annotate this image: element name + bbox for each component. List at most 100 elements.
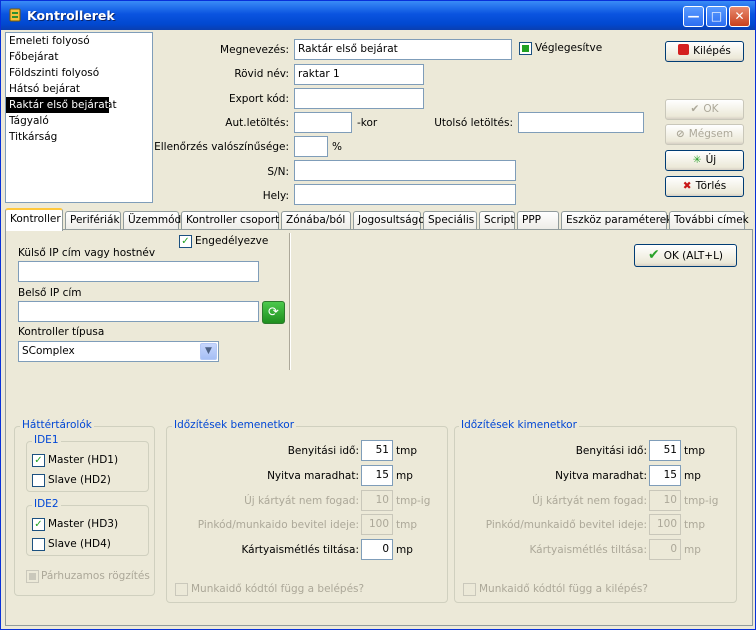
kimenet-uj-kartya-field[interactable]: 10 <box>649 490 681 511</box>
bemenet-title: Időzítések bemenetkor <box>172 419 297 431</box>
veglegesitve-checkbox[interactable] <box>519 42 532 55</box>
checkmark-icon <box>522 45 529 52</box>
sn-field[interactable] <box>294 160 516 181</box>
tab-item[interactable]: PPP <box>517 211 559 230</box>
list-item[interactable]: Hátsó bejárat <box>6 81 152 97</box>
tab-item[interactable]: Üzemmód <box>123 211 181 230</box>
minimize-button[interactable]: — <box>683 6 704 27</box>
kimenet-benyitasi-label: Benyitási idő: <box>575 445 647 457</box>
tab-item[interactable]: További címek <box>669 211 749 230</box>
megnevezes-label: Megnevezés: <box>220 44 289 56</box>
title-bar[interactable]: Kontrollerek — □ ✕ <box>1 1 755 30</box>
hely-label: Hely: <box>262 190 289 202</box>
megses-label: Mégsem <box>688 128 734 140</box>
list-item[interactable]: Földszinti folyosó <box>6 65 152 81</box>
kontroller-tipus-select[interactable]: SComplex ▼ <box>18 341 219 362</box>
tab-item[interactable]: Jogosultságok <box>353 211 431 230</box>
slave-hd4-checkbox[interactable] <box>32 538 45 551</box>
ok-alt-button[interactable]: ✔ OK (ALT+L) <box>634 244 737 267</box>
bemenet-kartyaism-field[interactable]: 0 <box>361 539 393 560</box>
bemenet-uj-kartya-unit: tmp-ig <box>396 495 431 507</box>
torles-label: Törlés <box>695 180 727 192</box>
belso-ip-field[interactable] <box>18 301 259 322</box>
maximize-button[interactable]: □ <box>706 6 727 27</box>
ellenorzes-field[interactable] <box>294 136 328 157</box>
tab-item[interactable]: Zónába/ból <box>281 211 351 230</box>
kimenet-kartyaism-field[interactable]: 0 <box>649 539 681 560</box>
utolso-letoltes-field[interactable] <box>518 112 644 133</box>
sn-label: S/N: <box>267 166 289 178</box>
close-button[interactable]: ✕ <box>729 6 750 27</box>
cancel-icon: ⊘ <box>675 128 685 140</box>
aut-letoltes-field[interactable] <box>294 112 352 133</box>
kimenet-pinkod-label: Pinkód/munkaidő bevitel ideje: <box>485 519 647 531</box>
bemenet-munkaido-checkbox[interactable] <box>175 583 188 596</box>
bemenet-pinkod-field[interactable]: 100 <box>361 514 393 535</box>
ide2-title: IDE2 <box>32 498 61 510</box>
tab-item[interactable]: Kontroller csoport <box>181 211 279 230</box>
kimenet-nyitva-field[interactable]: 15 <box>649 465 681 486</box>
list-item[interactable]: Titkárság <box>6 129 152 145</box>
uj-button[interactable]: ✳ Új <box>665 150 744 171</box>
refresh-button[interactable]: ⟳ <box>262 301 285 324</box>
list-item[interactable]: Raktár első bejárat <box>6 97 109 113</box>
master-hd3-label: Master (HD3) <box>48 518 119 530</box>
parhuzamos-checkbox[interactable] <box>26 570 39 583</box>
tab-item[interactable]: Perifériák <box>65 211 121 230</box>
bemenet-munkaido-label: Munkaidő kódtól függ a belépés? <box>191 583 365 595</box>
delete-icon: ✖ <box>682 180 692 192</box>
list-item[interactable]: Tágyaló <box>6 113 152 129</box>
slave-hd2-checkbox[interactable] <box>32 474 45 487</box>
ok-button[interactable]: ✔ OK <box>665 99 744 120</box>
bemenet-benyitasi-field[interactable]: 51 <box>361 440 393 461</box>
vertical-divider <box>289 233 291 370</box>
ellenorzes-label: Ellenőrzés valószínűsége: <box>154 141 289 153</box>
export-kod-field[interactable] <box>294 88 424 109</box>
bemenet-nyitva-field[interactable]: 15 <box>361 465 393 486</box>
slave-hd2-label: Slave (HD2) <box>48 474 111 486</box>
kulso-ip-field[interactable] <box>18 261 259 282</box>
checkmark-icon: ✓ <box>34 455 43 466</box>
rovid-nev-field[interactable]: raktar 1 <box>294 64 424 85</box>
bemenet-nyitva-unit: mp <box>396 470 413 482</box>
megnevezes-field[interactable]: Raktár első bejárat <box>294 39 512 60</box>
utolso-letoltes-label: Utolsó letöltés: <box>434 117 513 129</box>
bemenet-pinkod-unit: tmp <box>396 519 418 531</box>
hely-field[interactable] <box>294 184 516 205</box>
master-hd1-checkbox[interactable]: ✓ <box>32 454 45 467</box>
bemenet-uj-kartya-field[interactable]: 10 <box>361 490 393 511</box>
tab-kontroller[interactable]: Kontroller <box>5 208 63 231</box>
close-icon: ✕ <box>734 9 745 23</box>
veglegesitve-label: Véglegesítve <box>535 42 603 54</box>
controller-list[interactable]: Emeleti folyosó Főbejárat Földszinti folyo… <box>5 32 153 203</box>
kimenet-munkaido-checkbox[interactable] <box>463 583 476 596</box>
torles-button[interactable]: ✖ Törlés <box>665 176 744 197</box>
engedelyezve-checkbox[interactable]: ✓ <box>179 235 192 248</box>
tipus-value: SComplex <box>22 345 75 357</box>
aut-letoltes-label: Aut.letöltés: <box>225 117 289 129</box>
tab-item[interactable]: Script <box>479 211 515 230</box>
kulso-ip-label: Külső IP cím vagy hostnév <box>18 247 156 259</box>
bemenet-kartyaism-unit: mp <box>396 544 413 556</box>
uj-label: Új <box>705 154 717 166</box>
kimenet-munkaido-label: Munkaidő kódtól függ a kilépés? <box>479 583 648 595</box>
kimenet-uj-kartya-label: Új kártyát nem fogad: <box>532 495 647 507</box>
megses-button[interactable]: ⊘ Mégsem <box>665 124 744 145</box>
bemenet-kartyaism-label: Kártyaismétlés tiltása: <box>241 544 359 556</box>
list-item[interactable]: Főbejárat <box>6 49 152 65</box>
parhuzamos-label: Párhuzamos rögzítés <box>41 570 150 582</box>
list-item[interactable]: Emeleti folyosó <box>6 33 152 49</box>
kimenet-title: Időzítések kimenetkor <box>459 419 579 431</box>
main-window: Kontrollerek — □ ✕ Emeleti folyosó Főbejá… <box>0 0 756 630</box>
tab-item[interactable]: Speciális <box>423 211 477 230</box>
kontroller-tab-panel: ✓ Engedélyezve Külső IP cím vagy hostnév… <box>5 229 753 626</box>
tab-item[interactable]: Eszköz paraméterek <box>561 211 672 230</box>
kimenet-pinkod-field[interactable]: 100 <box>649 514 681 535</box>
kilepes-button[interactable]: Kilépés <box>665 41 744 62</box>
kimenet-uj-kartya-unit: tmp-ig <box>684 495 719 507</box>
kimenet-benyitasi-field[interactable]: 51 <box>649 440 681 461</box>
kilepes-label: Kilépés <box>693 45 731 57</box>
ok-alt-label: OK (ALT+L) <box>663 250 724 262</box>
master-hd3-checkbox[interactable]: ✓ <box>32 518 45 531</box>
bemenet-pinkod-label: Pinkód/munkaido bevitel ideje: <box>197 519 359 531</box>
